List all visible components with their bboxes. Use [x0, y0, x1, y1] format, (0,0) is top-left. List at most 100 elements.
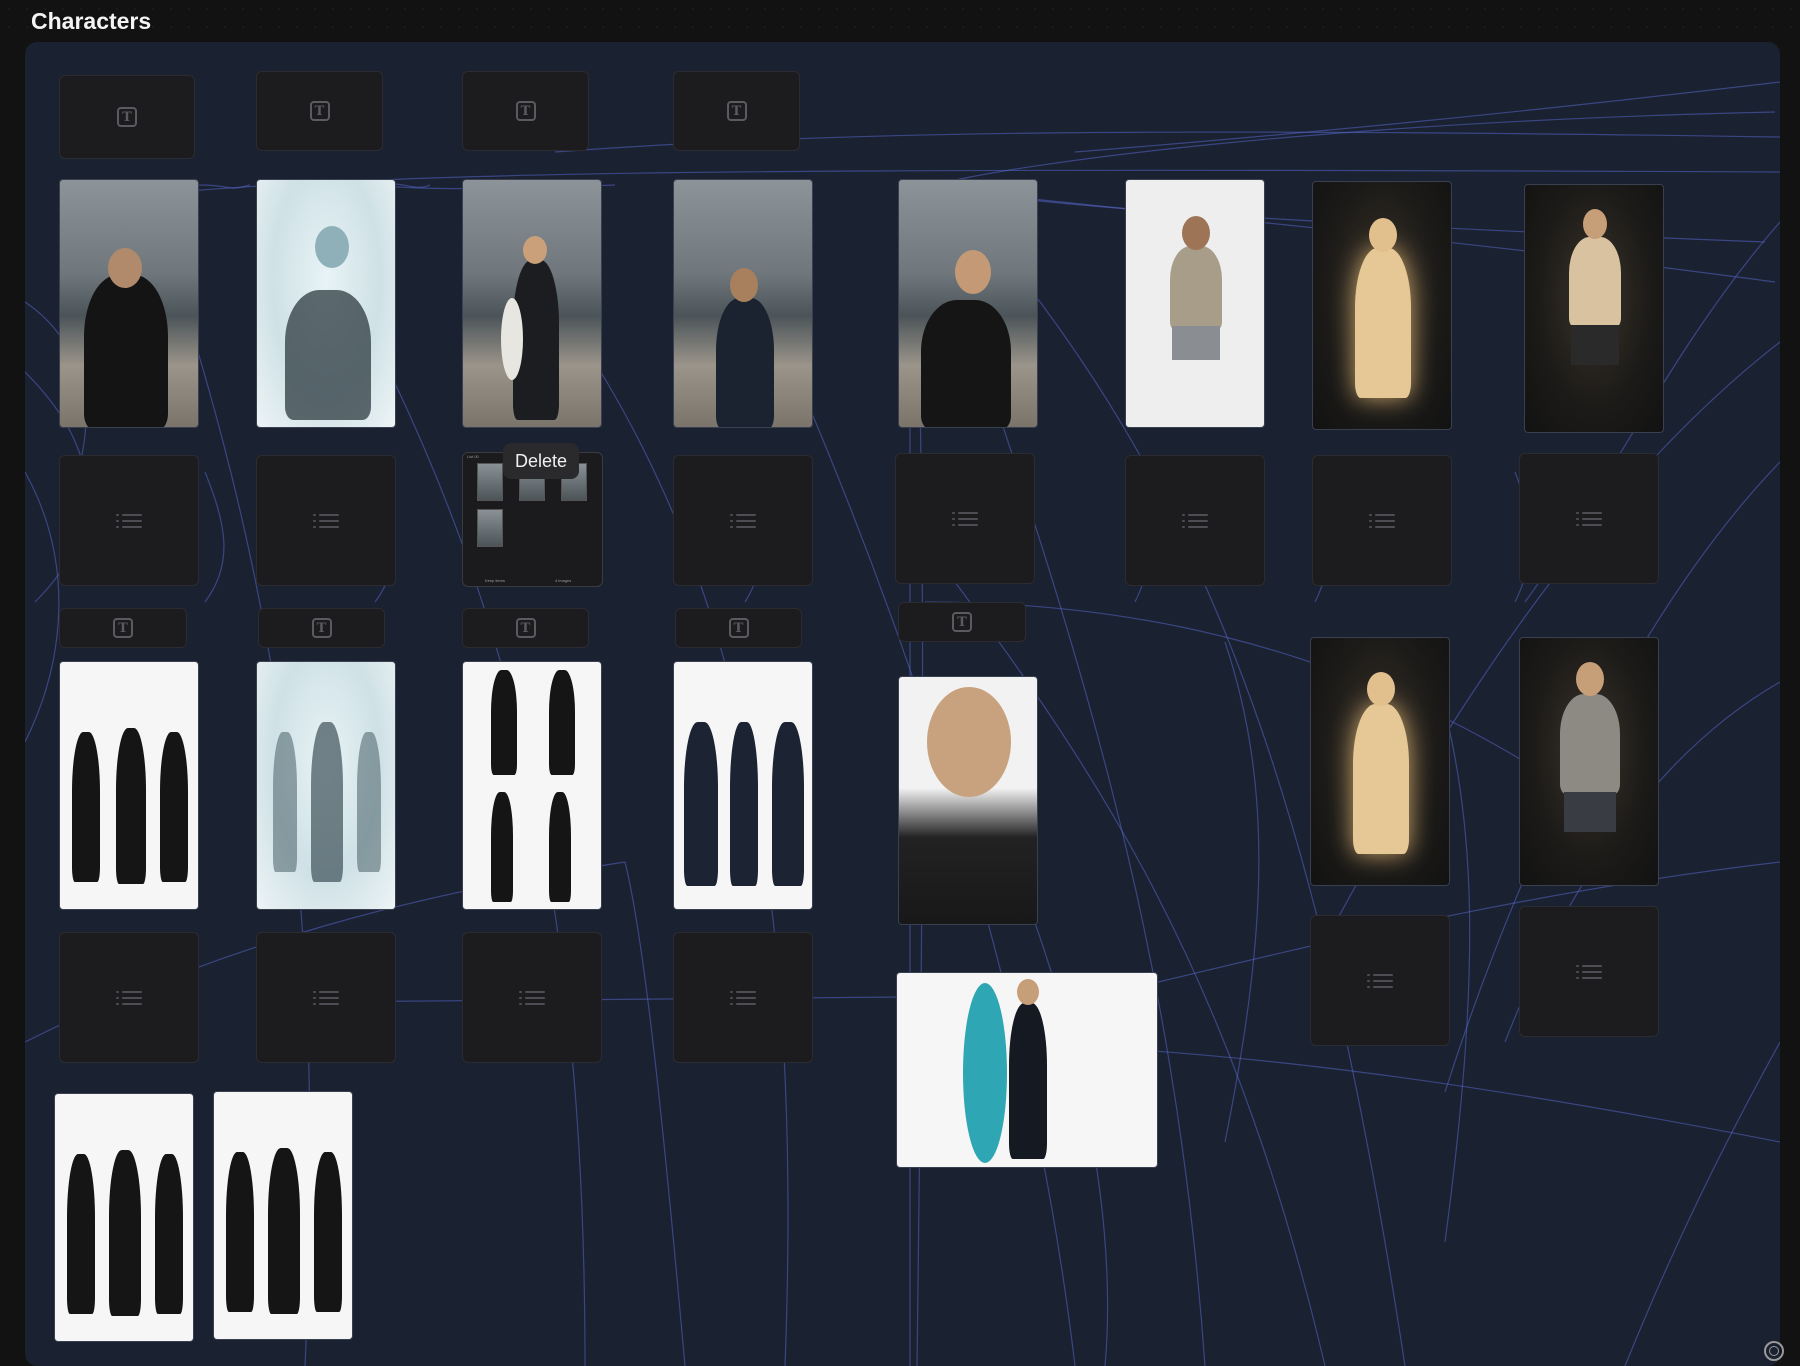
text-node[interactable]: T — [462, 71, 589, 151]
list-node-icon — [313, 512, 339, 530]
text-node-icon: T — [515, 618, 536, 638]
collage-footer-right: 4 images — [555, 578, 572, 583]
figure-head — [1182, 216, 1210, 250]
figure — [155, 1154, 183, 1314]
figure — [357, 732, 381, 872]
list-node[interactable] — [1519, 906, 1659, 1037]
figure — [84, 275, 168, 427]
figure — [921, 300, 1011, 427]
help-lifebuoy-icon[interactable] — [1764, 1341, 1784, 1361]
figure-head — [1367, 672, 1395, 706]
figure — [72, 732, 100, 882]
figure — [268, 1148, 300, 1314]
text-node-icon: T — [952, 612, 972, 632]
text-node-icon: T — [311, 618, 332, 638]
figure-head — [108, 248, 142, 288]
text-node[interactable]: T — [675, 608, 802, 648]
list-node[interactable] — [256, 455, 396, 586]
text-node[interactable]: T — [462, 608, 589, 648]
image-node-woman-beach[interactable] — [673, 179, 813, 428]
figure-head — [1017, 979, 1039, 1005]
list-node-icon — [730, 512, 756, 530]
figure — [772, 722, 804, 886]
figure — [67, 1154, 95, 1314]
figure — [311, 722, 343, 882]
list-node[interactable] — [59, 455, 199, 586]
image-node-glow-teen-2[interactable] — [1519, 637, 1659, 886]
image-node-glow-boy[interactable] — [1312, 181, 1452, 430]
list-node[interactable] — [59, 932, 199, 1063]
list-node-icon — [1576, 963, 1602, 981]
text-node-icon: T — [728, 618, 749, 638]
list-node-icon — [519, 989, 545, 1007]
image-node-surfer-beach[interactable] — [462, 179, 602, 428]
figure — [285, 290, 371, 420]
text-node-icon: T — [117, 107, 137, 127]
image-node-glow-teen[interactable] — [1524, 184, 1664, 433]
list-node[interactable] — [1310, 915, 1450, 1046]
figure-head — [955, 250, 991, 294]
figure — [491, 792, 513, 902]
list-node-icon — [730, 989, 756, 1007]
list-node-icon — [116, 512, 142, 530]
figure-head — [1369, 218, 1397, 252]
figure — [1170, 246, 1222, 330]
list-node[interactable] — [895, 453, 1035, 584]
image-node-boy-studio[interactable] — [1125, 179, 1265, 428]
list-node-icon — [1182, 512, 1208, 530]
image-node-ghost-turnaround[interactable] — [256, 661, 396, 910]
figure — [1355, 248, 1411, 398]
image-node-surfboard-wide[interactable] — [896, 972, 1158, 1168]
list-node[interactable] — [1125, 455, 1265, 586]
image-node-turnaround[interactable] — [54, 1093, 194, 1342]
list-node[interactable] — [673, 455, 813, 586]
list-node[interactable] — [673, 932, 813, 1063]
list-node[interactable] — [1312, 455, 1452, 586]
figure-head — [523, 236, 547, 264]
image-node-blond-beach[interactable] — [898, 179, 1038, 428]
image-node-ghost-portrait[interactable] — [256, 179, 396, 428]
figure — [1560, 694, 1620, 794]
list-node-icon — [1576, 510, 1602, 528]
collage-thumb[interactable] — [477, 509, 503, 547]
image-node-surfer-sheet[interactable] — [462, 661, 602, 910]
text-node[interactable]: T — [59, 75, 195, 159]
figure — [273, 732, 297, 872]
collage-thumb[interactable] — [477, 463, 503, 501]
text-node[interactable]: T — [59, 608, 187, 648]
text-node[interactable]: T — [673, 71, 800, 151]
text-node[interactable]: T — [258, 608, 385, 648]
image-node-closeup-portrait[interactable] — [898, 676, 1038, 925]
figure-head — [730, 268, 758, 302]
canvas-group[interactable]: T T T T List 00 Keep items 4 images T T … — [25, 42, 1780, 1366]
figure — [549, 670, 575, 775]
page-title: Characters — [31, 8, 152, 34]
image-node-turnaround[interactable] — [213, 1091, 353, 1340]
surfboard — [501, 298, 523, 380]
figure — [1353, 704, 1409, 854]
figure-head — [315, 226, 349, 268]
text-node-icon: T — [515, 101, 536, 121]
surfboard — [963, 983, 1007, 1163]
figure — [160, 732, 188, 882]
text-node-icon: T — [726, 101, 747, 121]
figure — [116, 728, 146, 884]
shorts — [1172, 326, 1220, 360]
figure — [730, 722, 758, 886]
delete-tooltip[interactable]: Delete — [503, 443, 579, 479]
text-node-icon: T — [113, 618, 133, 638]
text-node[interactable]: T — [256, 71, 383, 151]
image-node-woman-turnaround[interactable] — [673, 661, 813, 910]
list-node[interactable] — [1519, 453, 1659, 584]
figure — [1569, 237, 1621, 327]
figure-head — [927, 687, 1011, 797]
image-node-turnaround[interactable] — [59, 661, 199, 910]
list-node[interactable] — [256, 932, 396, 1063]
list-node[interactable] — [462, 932, 602, 1063]
figure-head — [1576, 662, 1604, 696]
image-node-glow-boy-2[interactable] — [1310, 637, 1450, 886]
list-node-icon — [1367, 972, 1393, 990]
text-node[interactable]: T — [898, 602, 1026, 642]
image-node-beach-portrait[interactable] — [59, 179, 199, 428]
list-node-icon — [1369, 512, 1395, 530]
